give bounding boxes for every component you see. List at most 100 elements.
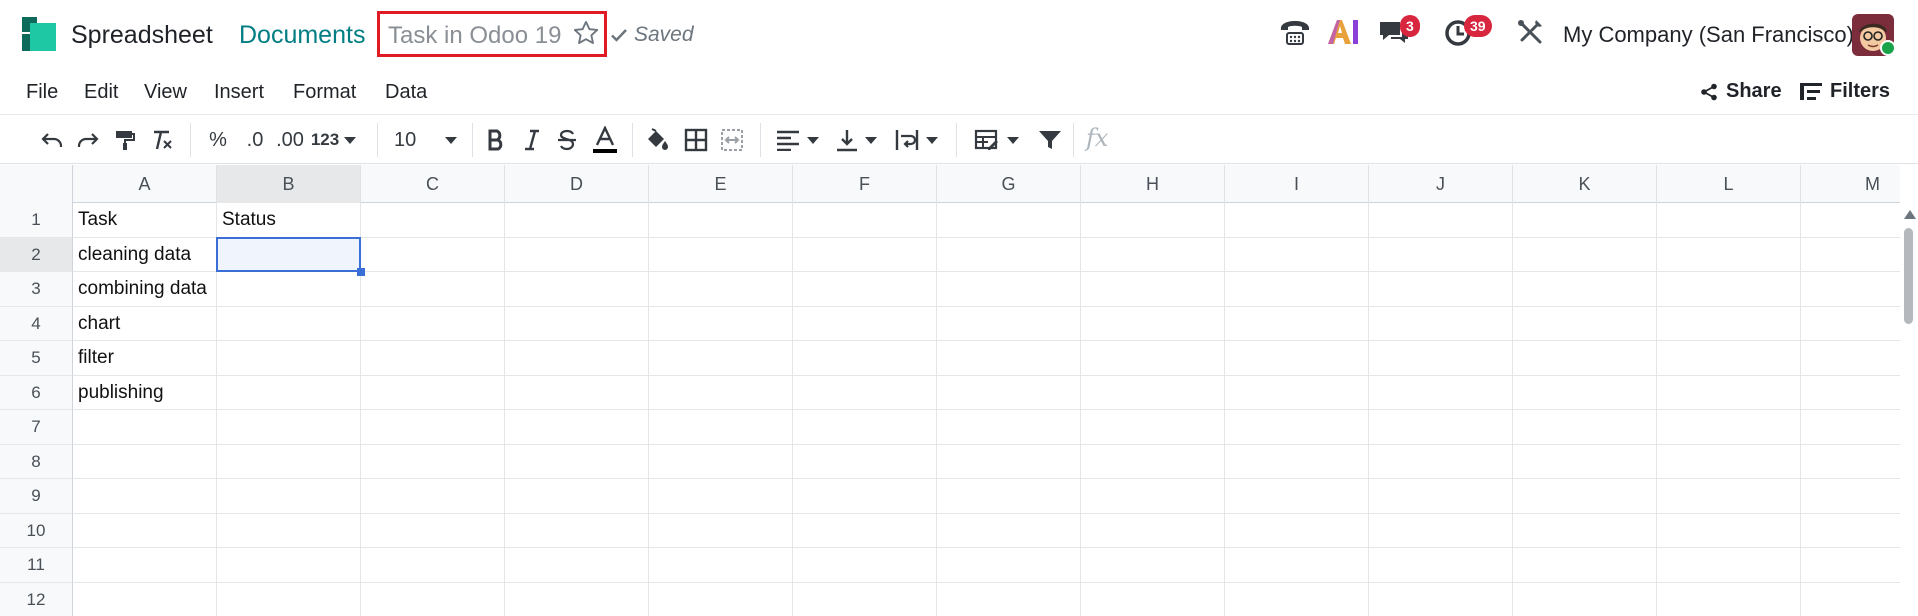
conditional-format-button[interactable]	[972, 126, 1022, 154]
breadcrumb-documents[interactable]: Documents	[239, 21, 365, 50]
row-header-9[interactable]: 9	[0, 479, 73, 514]
merge-cells-icon	[721, 129, 743, 151]
column-header-l[interactable]: L	[1657, 165, 1801, 203]
document-title[interactable]: Task in Odoo 19	[388, 22, 561, 50]
column-gridline	[1080, 203, 1081, 616]
row-header-7[interactable]: 7	[0, 410, 73, 445]
horizontal-align-button[interactable]	[774, 126, 822, 154]
column-gridline	[648, 203, 649, 616]
column-header-d[interactable]: D	[505, 165, 649, 203]
merge-cells-button[interactable]	[718, 126, 746, 154]
row-header-2[interactable]: 2	[0, 237, 73, 272]
row-header-8[interactable]: 8	[0, 444, 73, 479]
more-formats-label: 123	[310, 130, 340, 149]
toolbar-separator	[190, 123, 191, 157]
menu-bar: File Edit View Insert Format Data Share …	[0, 72, 1918, 112]
table-edit-icon	[974, 129, 998, 150]
cell-a6[interactable]: publishing	[78, 382, 164, 404]
redo-button[interactable]	[74, 126, 102, 154]
clear-format-icon	[154, 130, 172, 150]
percent-format-button[interactable]: %	[205, 126, 231, 154]
ai-icon[interactable]	[1325, 14, 1361, 50]
select-all-corner[interactable]	[0, 165, 73, 203]
menu-edit[interactable]: Edit	[84, 81, 118, 104]
column-header-g[interactable]: G	[937, 165, 1081, 203]
column-header-k[interactable]: K	[1513, 165, 1657, 203]
column-header-c[interactable]: C	[361, 165, 505, 203]
spreadsheet-grid[interactable]: ABCDEFGHIJKLM 1 2 3 4 5 6 7 8 9 10 11 12 Task Status…	[0, 165, 1918, 616]
toolbar: % .0 .00 123 10 fx	[0, 114, 1918, 164]
messages-badge: 3	[1400, 15, 1420, 37]
more-formats-button[interactable]: 123	[309, 126, 359, 154]
menu-file[interactable]: File	[26, 81, 58, 104]
row-header-3[interactable]: 3	[0, 272, 73, 307]
column-header-f[interactable]: F	[793, 165, 937, 203]
column-gridline	[1800, 203, 1801, 616]
active-cell-selection[interactable]	[216, 236, 361, 272]
row-header-6[interactable]: 6	[0, 375, 73, 410]
row-header-10[interactable]: 10	[0, 513, 73, 548]
cell-a5[interactable]: filter	[78, 347, 114, 369]
document-title-field[interactable]: Task in Odoo 19	[377, 11, 607, 57]
column-header-e[interactable]: E	[649, 165, 793, 203]
fill-color-button[interactable]	[644, 126, 672, 154]
row-header-5[interactable]: 5	[0, 341, 73, 376]
column-header-m[interactable]: M	[1801, 165, 1918, 203]
formula-fx-label[interactable]: fx	[1086, 124, 1108, 152]
row-header-4[interactable]: 4	[0, 306, 73, 341]
cell-a2[interactable]: cleaning data	[78, 244, 191, 266]
menu-format[interactable]: Format	[293, 81, 356, 104]
cell-a3[interactable]: combining data	[78, 278, 207, 300]
menu-insert[interactable]: Insert	[214, 81, 264, 104]
text-color-button[interactable]	[591, 126, 619, 154]
text-wrap-button[interactable]	[893, 126, 941, 154]
row-header-12[interactable]: 12	[0, 582, 73, 616]
cell-a1[interactable]: Task	[78, 209, 117, 231]
italic-button[interactable]	[520, 126, 544, 154]
company-switcher[interactable]: My Company (San Francisco)	[1563, 22, 1854, 48]
strikethrough-icon	[558, 129, 576, 151]
share-button[interactable]: Share	[1700, 80, 1782, 103]
menu-view[interactable]: View	[144, 81, 187, 104]
column-header-h[interactable]: H	[1081, 165, 1225, 203]
bold-icon	[488, 129, 503, 151]
undo-button[interactable]	[38, 126, 66, 154]
row-header-1[interactable]: 1	[0, 203, 73, 238]
column-header-b[interactable]: B	[217, 165, 361, 203]
column-header-i[interactable]: I	[1225, 165, 1369, 203]
cell-a4[interactable]: chart	[78, 313, 120, 335]
chevron-down-icon	[1007, 137, 1019, 144]
increase-decimal-label: .00	[276, 128, 304, 151]
paint-format-icon	[116, 131, 135, 150]
bold-button[interactable]	[484, 126, 508, 154]
increase-decimal-button[interactable]: .00	[273, 126, 307, 154]
paint-format-button[interactable]	[112, 126, 138, 154]
fill-color-icon	[648, 128, 668, 150]
column-header-a[interactable]: A	[73, 165, 217, 203]
column-gridline	[936, 203, 937, 616]
decrease-decimal-button[interactable]: .0	[242, 126, 268, 154]
scrollbar-thumb[interactable]	[1904, 228, 1913, 324]
phone-icon[interactable]	[1277, 14, 1313, 50]
cell-b1[interactable]: Status	[222, 209, 276, 231]
vertical-align-button[interactable]	[833, 126, 881, 154]
tools-icon[interactable]	[1512, 14, 1548, 50]
filters-button[interactable]: Filters	[1800, 80, 1890, 103]
filter-button[interactable]	[1036, 126, 1064, 154]
star-icon[interactable]	[572, 19, 600, 47]
column-gridline	[1512, 203, 1513, 616]
strikethrough-button[interactable]	[555, 126, 579, 154]
clear-format-button[interactable]	[149, 126, 175, 154]
menu-data[interactable]: Data	[385, 81, 427, 104]
row-header-11[interactable]: 11	[0, 548, 73, 583]
column-gridline	[792, 203, 793, 616]
autofill-handle[interactable]	[357, 268, 365, 276]
chevron-down-icon	[807, 137, 819, 144]
toolbar-separator	[632, 123, 633, 157]
row-gridline	[73, 374, 1918, 376]
spreadsheet-logo-icon[interactable]	[22, 17, 56, 51]
column-header-j[interactable]: J	[1369, 165, 1513, 203]
borders-button[interactable]	[682, 126, 710, 154]
font-size-select[interactable]: 10	[394, 126, 458, 154]
scroll-up-arrow-icon[interactable]	[1904, 210, 1916, 219]
